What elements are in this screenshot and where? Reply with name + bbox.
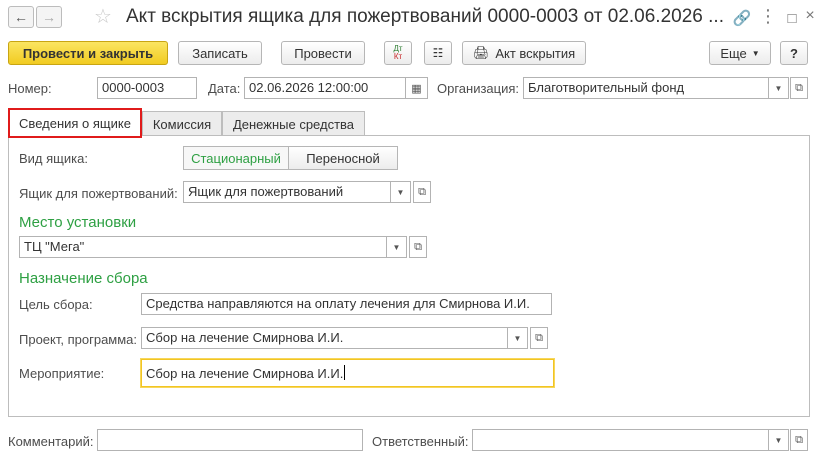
project-label: Проект, программа: xyxy=(19,332,138,347)
calendar-icon: ▦ xyxy=(411,82,422,95)
dt-kt-button[interactable]: Дт Кт xyxy=(384,41,412,65)
maximize-icon[interactable]: □ xyxy=(782,8,802,28)
responsible-label: Ответственный: xyxy=(372,434,469,449)
location-open-button[interactable]: ⧉ xyxy=(409,236,427,258)
back-button[interactable]: ← xyxy=(8,6,34,28)
help-button[interactable]: ? xyxy=(780,41,808,65)
responsible-field[interactable] xyxy=(472,429,769,451)
kt-label: Кт xyxy=(393,52,403,61)
print-act-label: Акт вскрытия xyxy=(495,45,576,61)
link-icon[interactable]: 🔗 xyxy=(732,8,752,28)
chevron-down-icon: ▼ xyxy=(392,242,401,252)
write-button[interactable]: Записать xyxy=(178,41,262,65)
responsible-dropdown[interactable]: ▼ xyxy=(769,429,789,451)
organization-label: Организация: xyxy=(437,81,520,96)
chevron-down-icon: ▼ xyxy=(396,187,405,197)
chevron-down-icon: ▼ xyxy=(751,48,760,58)
comment-label: Комментарий: xyxy=(8,434,94,449)
window-title: Акт вскрытия ящика для пожертвований 000… xyxy=(126,6,724,27)
project-open-button[interactable]: ⧉ xyxy=(530,327,548,349)
box-kind-portable[interactable]: Переносной xyxy=(288,146,398,170)
more-label: Еще xyxy=(720,45,747,61)
date-field[interactable]: 02.06.2026 12:00:00 xyxy=(244,77,406,99)
arrow-left-icon: ← xyxy=(14,9,28,25)
structure-button[interactable]: ☷ xyxy=(424,41,452,65)
more-vertical-icon[interactable]: ⋮ xyxy=(758,6,778,26)
purpose-section-title: Назначение сбора xyxy=(19,270,148,287)
tab-commission[interactable]: Комиссия xyxy=(142,111,222,137)
arrow-right-icon: → xyxy=(42,9,56,25)
close-icon[interactable]: × xyxy=(800,6,820,26)
open-window-icon: ⧉ xyxy=(795,433,803,446)
number-field[interactable]: 0000-0003 xyxy=(97,77,197,99)
event-field[interactable]: Сбор на лечение Смирнова И.И. xyxy=(141,359,554,387)
event-value: Сбор на лечение Смирнова И.И. xyxy=(146,366,344,381)
donation-box-open-button[interactable]: ⧉ xyxy=(413,181,431,203)
chevron-down-icon: ▼ xyxy=(513,333,522,343)
printer-icon: 🖨 xyxy=(472,45,490,60)
organization-field[interactable]: Благотворительный фонд xyxy=(523,77,769,99)
responsible-open-button[interactable]: ⧉ xyxy=(790,429,808,451)
event-label: Мероприятие: xyxy=(19,366,105,381)
number-label: Номер: xyxy=(8,81,52,96)
open-window-icon: ⧉ xyxy=(418,185,426,198)
location-dropdown[interactable]: ▼ xyxy=(387,236,407,258)
text-cursor xyxy=(344,365,346,380)
chevron-down-icon: ▼ xyxy=(774,435,783,445)
forward-button[interactable]: → xyxy=(36,6,62,28)
donation-box-dropdown[interactable]: ▼ xyxy=(391,181,411,203)
organization-open-button[interactable]: ⧉ xyxy=(790,77,808,99)
calendar-button[interactable]: ▦ xyxy=(406,77,428,99)
location-field[interactable]: ТЦ "Мега" xyxy=(19,236,387,258)
tab-box-info[interactable]: Сведения о ящике xyxy=(8,108,142,138)
organization-dropdown[interactable]: ▼ xyxy=(769,77,789,99)
print-act-button[interactable]: 🖨 Акт вскрытия xyxy=(462,41,586,65)
box-kind-stationary[interactable]: Стационарный xyxy=(183,146,289,170)
comment-field[interactable] xyxy=(97,429,363,451)
open-window-icon: ⧉ xyxy=(414,240,422,253)
open-window-icon: ⧉ xyxy=(535,331,543,344)
donation-box-label: Ящик для пожертвований: xyxy=(19,186,178,201)
post-and-close-button[interactable]: Провести и закрыть xyxy=(8,41,168,65)
date-label: Дата: xyxy=(208,81,241,96)
location-section-title: Место установки xyxy=(19,214,137,231)
goal-field[interactable]: Средства направляются на оплату лечения … xyxy=(141,293,552,315)
hierarchy-icon: ☷ xyxy=(432,46,444,60)
post-button[interactable]: Провести xyxy=(281,41,365,65)
box-kind-label: Вид ящика: xyxy=(19,151,88,166)
open-window-icon: ⧉ xyxy=(795,81,803,94)
goal-label: Цель сбора: xyxy=(19,297,93,312)
project-dropdown[interactable]: ▼ xyxy=(508,327,528,349)
donation-box-field[interactable]: Ящик для пожертвований xyxy=(183,181,391,203)
project-field[interactable]: Сбор на лечение Смирнова И.И. xyxy=(141,327,508,349)
more-button[interactable]: Еще ▼ xyxy=(709,41,771,65)
tab-money[interactable]: Денежные средства xyxy=(222,111,365,137)
chevron-down-icon: ▼ xyxy=(774,83,783,93)
favorite-star-icon[interactable]: ☆ xyxy=(94,4,112,29)
